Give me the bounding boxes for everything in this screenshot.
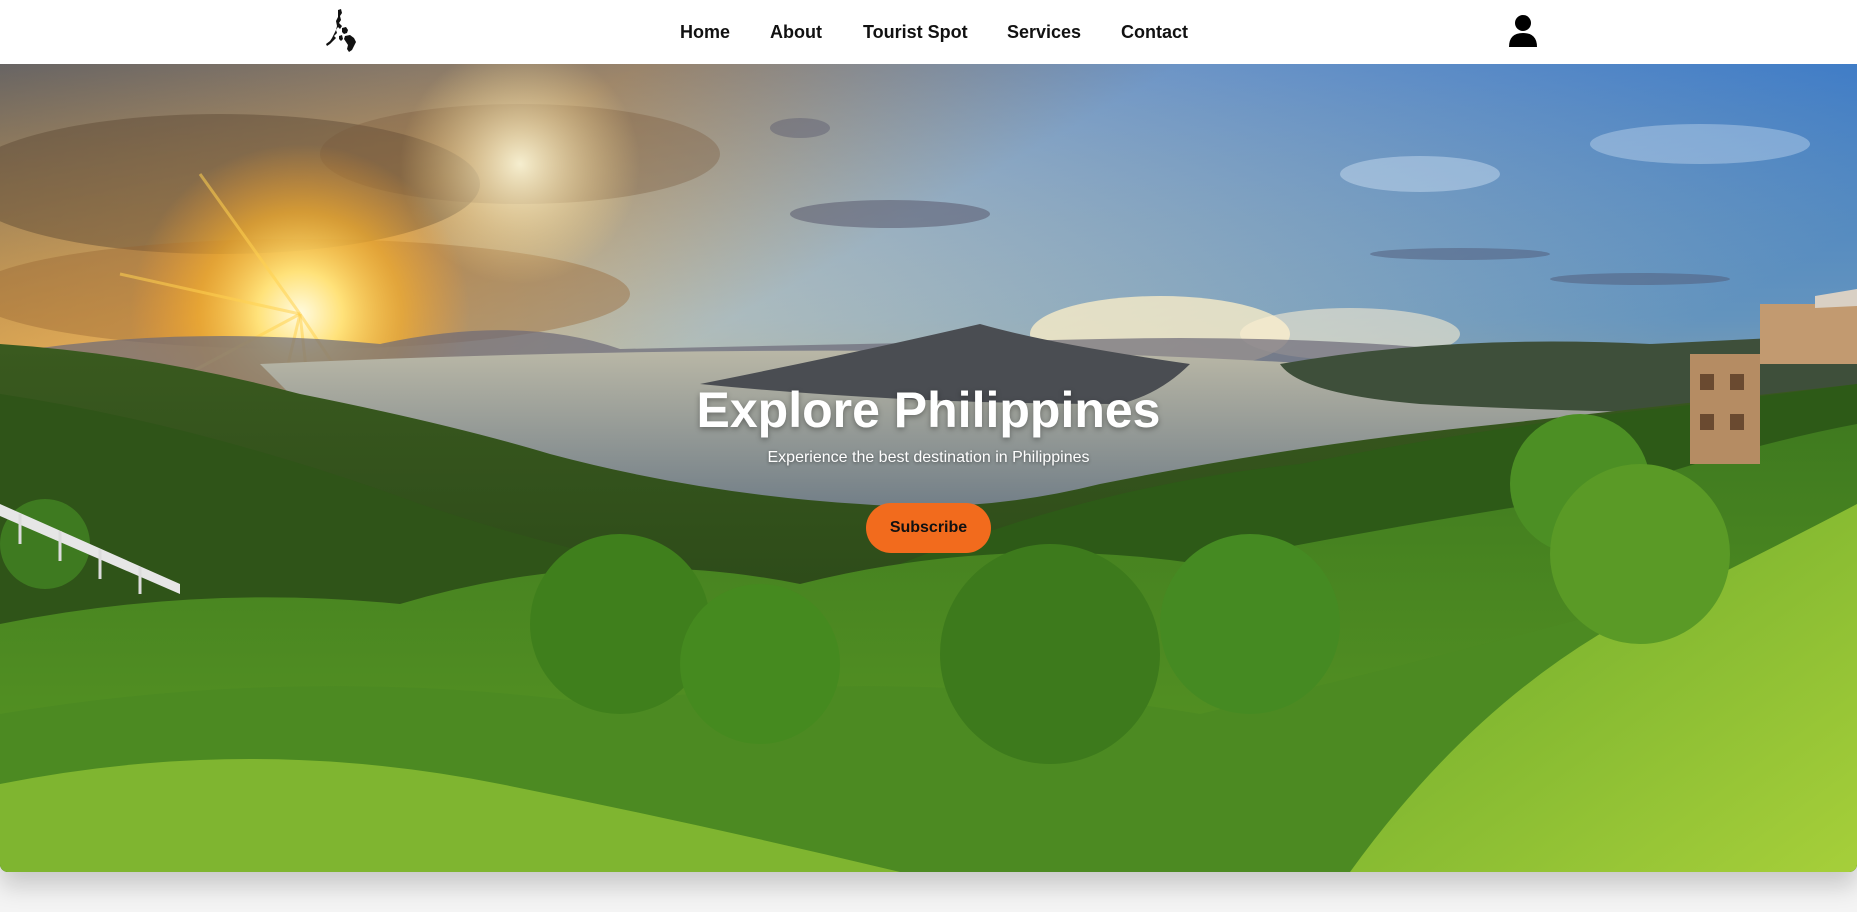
hero-title: Explore Philippines [696,382,1161,438]
nav-home[interactable]: Home [680,20,730,44]
nav-contact[interactable]: Contact [1121,20,1188,44]
main-nav: Home About Tourist Spot Services Contact [0,0,1857,64]
nav-about[interactable]: About [770,20,822,44]
nav-tourist-spot[interactable]: Tourist Spot [863,20,968,44]
hero-subtitle: Experience the best destination in Phili… [767,449,1090,466]
site-header: Home About Tourist Spot Services Contact [0,0,1857,64]
hero-background-image [0,64,1857,872]
subscribe-button[interactable]: Subscribe [866,503,991,553]
nav-services[interactable]: Services [1007,20,1081,44]
page: Home About Tourist Spot Services Contact [0,0,1857,912]
hero-section: Explore Philippines Experience the best … [0,64,1857,872]
user-icon[interactable] [1508,14,1538,48]
